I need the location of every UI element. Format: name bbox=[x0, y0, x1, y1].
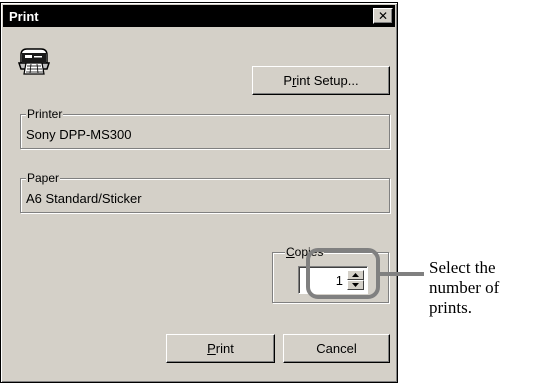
print-button[interactable]: Print bbox=[166, 334, 275, 363]
copies-legend-hotkey: C bbox=[286, 245, 295, 259]
printer-group: Printer Sony DPP-MS300 bbox=[20, 107, 390, 149]
title-bar: Print ✕ bbox=[3, 5, 395, 27]
copies-spinner[interactable]: 1 bbox=[298, 266, 368, 294]
callout-text: Select the number of prints. bbox=[429, 258, 500, 317]
arrow-down-icon bbox=[352, 283, 359, 287]
printer-name: Sony DPP-MS300 bbox=[26, 127, 132, 142]
print-label-rest: rint bbox=[215, 341, 234, 356]
paper-group: Paper A6 Standard/Sticker bbox=[20, 171, 390, 213]
printer-icon bbox=[17, 45, 51, 75]
close-icon: ✕ bbox=[377, 9, 389, 23]
dialog-title: Print bbox=[9, 9, 39, 24]
arrow-up-icon bbox=[352, 273, 359, 277]
print-dialog: Print ✕ Pr int Setup... Printer Sony DPP-… bbox=[0, 2, 398, 383]
print-setup-label-prefix: P bbox=[283, 73, 293, 88]
cancel-button[interactable]: Cancel bbox=[283, 334, 390, 363]
spin-down-button[interactable] bbox=[347, 280, 364, 290]
spin-up-button[interactable] bbox=[347, 270, 364, 280]
copies-spin-buttons bbox=[347, 270, 364, 290]
copies-legend: Copies bbox=[285, 245, 325, 259]
print-setup-label-rest: int Setup... bbox=[296, 73, 359, 88]
cancel-label: Cancel bbox=[316, 341, 357, 356]
paper-type: A6 Standard/Sticker bbox=[26, 191, 142, 206]
callout-leader-line bbox=[380, 272, 424, 276]
printer-legend: Printer bbox=[26, 107, 64, 121]
close-button[interactable]: ✕ bbox=[373, 8, 393, 24]
paper-legend: Paper bbox=[26, 171, 61, 185]
copies-legend-rest: opies bbox=[294, 245, 324, 259]
print-setup-button[interactable]: Pr int Setup... bbox=[252, 66, 390, 95]
print-label-hotkey: P bbox=[207, 341, 216, 356]
copies-value[interactable]: 1 bbox=[336, 273, 343, 288]
